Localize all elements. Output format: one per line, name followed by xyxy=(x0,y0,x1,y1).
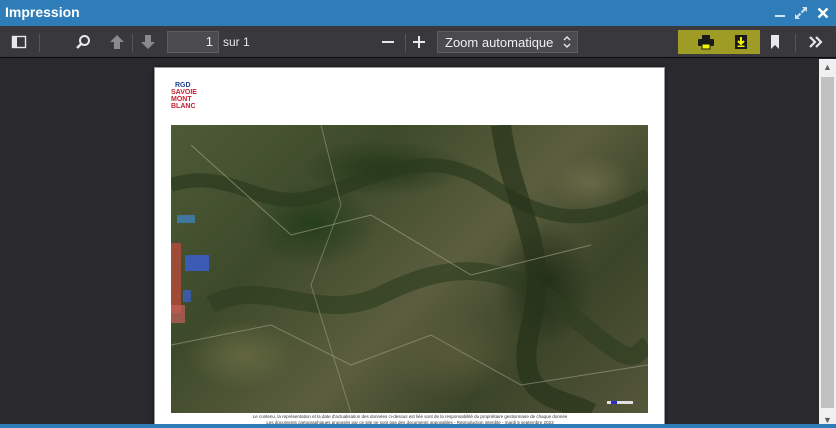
zoom-select-value: Zoom automatique xyxy=(445,35,554,50)
download-icon[interactable] xyxy=(728,29,754,55)
print-icon[interactable] xyxy=(693,29,719,55)
previous-page-button[interactable] xyxy=(104,29,130,55)
page-count-label: sur 1 xyxy=(223,35,250,49)
logo-line-1: RGD xyxy=(175,82,191,89)
bookmark-button[interactable] xyxy=(762,29,788,55)
zoom-select[interactable]: Zoom automatique xyxy=(437,31,578,53)
close-icon[interactable] xyxy=(814,4,832,22)
toolbar-separator xyxy=(795,34,796,52)
minus-icon xyxy=(382,41,394,43)
sidebar-toggle-icon[interactable] xyxy=(6,29,32,55)
legal-notice-line-1: Le contenu, la représentation et la date… xyxy=(252,414,568,419)
vertical-scrollbar[interactable]: ▲ ▼ xyxy=(819,59,836,428)
bookmark-icon xyxy=(771,35,779,49)
logo-line-2: SAVOIE xyxy=(171,89,197,96)
search-icon[interactable] xyxy=(70,29,96,55)
window-title: Impression xyxy=(5,4,80,20)
print-preview-window: Impression 1 sur 1 Zoom automatique RGD … xyxy=(0,0,836,428)
toolbar-separator xyxy=(39,34,40,52)
bottom-bar xyxy=(0,424,836,428)
document-viewer[interactable]: RGD SAVOIE MONT BLANC Le contenu, la rep… xyxy=(0,59,818,428)
scroll-up-arrow-icon[interactable]: ▲ xyxy=(822,62,833,72)
maximize-icon[interactable] xyxy=(792,4,810,22)
title-bar: Impression xyxy=(0,0,836,26)
minimize-icon[interactable] xyxy=(771,4,789,22)
logo-line-3: MONT xyxy=(171,96,192,103)
arrow-down-icon xyxy=(141,35,155,49)
rgd-logo: RGD SAVOIE MONT BLANC xyxy=(171,82,205,110)
zoom-out-button[interactable] xyxy=(375,29,401,55)
zoom-in-button[interactable] xyxy=(406,29,432,55)
scrollbar-thumb[interactable] xyxy=(821,77,834,408)
pdf-page: RGD SAVOIE MONT BLANC Le contenu, la rep… xyxy=(154,67,665,428)
aerial-map-image xyxy=(171,125,648,413)
updown-chevron-icon xyxy=(563,35,571,52)
plus-icon xyxy=(413,36,425,48)
next-page-button[interactable] xyxy=(135,29,161,55)
toolbar-separator xyxy=(132,34,133,52)
arrow-up-icon xyxy=(110,35,124,49)
tools-menu-button[interactable] xyxy=(803,29,829,55)
logo-line-4: BLANC xyxy=(171,103,196,110)
page-number-input[interactable]: 1 xyxy=(167,31,219,53)
double-chevron-right-icon xyxy=(809,36,823,48)
